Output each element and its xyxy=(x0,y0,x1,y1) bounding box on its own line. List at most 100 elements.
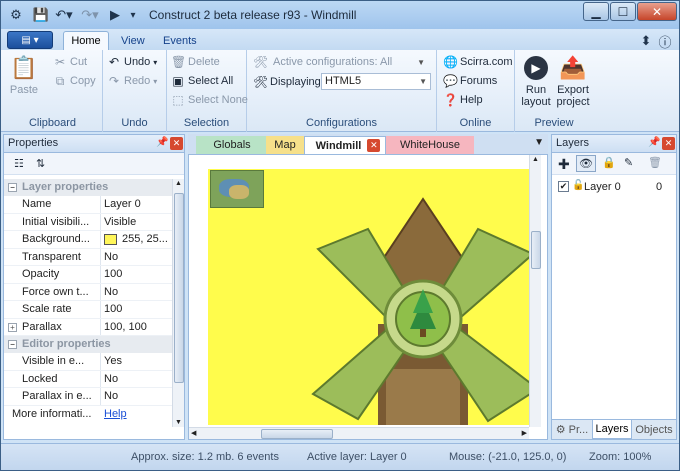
delete-layer-icon[interactable]: 🗑 xyxy=(648,156,662,169)
copy-icon: ⧉ xyxy=(55,74,65,88)
map-sprite[interactable] xyxy=(210,170,264,208)
layer-name: Layer 0 xyxy=(584,181,621,193)
categorized-icon[interactable]: ☷ xyxy=(14,157,24,170)
quick-access-dropdown-icon[interactable]: ▾ xyxy=(127,6,139,24)
paste-button[interactable]: 📋 Paste xyxy=(9,54,39,97)
prop-row-name[interactable]: Name Layer 0 xyxy=(4,196,174,214)
run-layout-button[interactable]: ▶ Run layout xyxy=(519,54,553,108)
cut-button[interactable]: ✂ Cut xyxy=(53,55,87,69)
tab-map[interactable]: Map xyxy=(266,136,304,154)
delete-button[interactable]: 🗑 Delete xyxy=(171,55,220,69)
layer-lock-icon[interactable]: 🔓 xyxy=(572,180,584,191)
export-project-button[interactable]: 📤 Export project xyxy=(555,54,591,109)
layout-horizontal-scrollbar[interactable]: ◀ ▶ xyxy=(189,427,529,439)
redo-button[interactable]: ↷ Redo ▾ xyxy=(107,74,157,88)
properties-toolbar: ☷ ⇅ xyxy=(4,153,184,175)
tab-globals[interactable]: Globals xyxy=(196,136,268,154)
save-icon[interactable]: 💾 xyxy=(33,6,49,24)
prop-row-background-color[interactable]: Background... 255, 25... xyxy=(4,231,174,249)
eye-icon[interactable]: 👁 xyxy=(576,155,596,172)
undo-icon[interactable]: ↶▾ xyxy=(53,6,75,24)
tab-layers[interactable]: Layers xyxy=(592,420,632,439)
chevron-down-icon: ▼ xyxy=(417,58,425,67)
properties-close-icon[interactable]: ✕ xyxy=(170,137,183,150)
scroll-up-icon[interactable]: ▲ xyxy=(532,156,539,163)
layer-item[interactable]: ✔ 🔓 Layer 0 0 xyxy=(554,179,673,196)
displaying-select[interactable]: HTML5 ▼ xyxy=(321,73,431,90)
layout-hscroll-thumb[interactable] xyxy=(261,429,333,439)
tab-view[interactable]: View xyxy=(113,31,153,50)
tab-windmill[interactable]: Windmill ✕ xyxy=(304,136,386,154)
lock-icon[interactable]: 🔒 xyxy=(602,156,616,169)
prop-row-initial-visibility[interactable]: Initial visibili... Visible xyxy=(4,213,174,231)
scroll-left-icon[interactable]: ◀ xyxy=(191,429,196,437)
layout-vscroll-thumb[interactable] xyxy=(531,231,541,269)
color-swatch[interactable] xyxy=(104,234,117,245)
prop-row-scale-rate[interactable]: Scale rate 100 xyxy=(4,301,174,319)
collapse-icon[interactable]: − xyxy=(8,183,17,192)
tab-events[interactable]: Events xyxy=(155,31,205,50)
layout-editor[interactable]: ▲ ◀ ▶ xyxy=(188,154,548,440)
category-layer-properties[interactable]: − Layer properties xyxy=(4,179,174,196)
properties-scrollbar[interactable]: ▲ ▼ xyxy=(172,179,184,427)
active-config-button[interactable]: 🛠 xyxy=(253,55,268,69)
scroll-right-icon[interactable]: ▶ xyxy=(522,429,527,437)
tab-close-icon[interactable]: ✕ xyxy=(367,139,381,152)
help-link[interactable]: ❓ Help xyxy=(443,93,483,107)
active-config-dropdown[interactable]: Active configurations: All ▼ xyxy=(269,54,429,71)
layout-canvas[interactable] xyxy=(208,169,530,425)
select-all-button[interactable]: ▣ Select All xyxy=(171,74,233,88)
tab-objects[interactable]: Objects xyxy=(632,420,676,439)
tab-list-dropdown-icon[interactable]: ▼ xyxy=(534,137,544,148)
tab-home[interactable]: Home xyxy=(63,31,109,50)
prop-row-locked[interactable]: Locked No xyxy=(4,370,174,388)
maximize-button[interactable]: ☐ xyxy=(610,2,636,21)
tab-projects[interactable]: ⚙ Pr... xyxy=(552,420,592,439)
ribbon-collapse-icon[interactable]: ⬍ xyxy=(639,32,653,50)
info-icon[interactable]: ⓘ xyxy=(657,32,673,50)
status-zoom: Zoom: 100% xyxy=(589,451,652,463)
expand-icon[interactable]: + xyxy=(8,322,17,332)
properties-scroll-thumb[interactable] xyxy=(174,193,184,383)
help-hyperlink[interactable]: Help xyxy=(104,408,174,420)
layout-vertical-scrollbar[interactable]: ▲ xyxy=(529,155,541,427)
close-button[interactable]: ✕ xyxy=(637,2,677,21)
pencil-icon[interactable]: ✎ xyxy=(624,156,633,169)
scirra-link[interactable]: 🌐 Scirra.com xyxy=(443,55,513,69)
add-layer-icon[interactable]: ✚ xyxy=(558,156,570,173)
prop-row-parallax[interactable]: + Parallax 100, 100 xyxy=(4,318,174,336)
undo-dropdown-icon: ▾ xyxy=(153,57,158,67)
sort-alpha-icon[interactable]: ⇅ xyxy=(36,157,45,170)
forums-link[interactable]: 💬 Forums xyxy=(443,74,497,88)
app-logo-icon[interactable]: ⚙ xyxy=(7,6,25,24)
pin-icon[interactable]: 📌 xyxy=(648,137,660,148)
prop-row-visible-in-editor[interactable]: Visible in e... Yes xyxy=(4,353,174,371)
undo-button[interactable]: ↶ Undo ▾ xyxy=(107,55,157,69)
windmill-sprite[interactable] xyxy=(298,189,530,425)
prop-row-parallax-in-editor[interactable]: Parallax in e... No xyxy=(4,388,174,406)
prop-row-opacity[interactable]: Opacity 100 xyxy=(4,266,174,284)
layers-toolbar: ✚ 👁 🔒 ✎ 🗑 xyxy=(552,153,676,175)
select-none-button[interactable]: ⬚ Select None xyxy=(171,93,248,107)
collapse-icon[interactable]: − xyxy=(8,340,17,349)
prop-row-force-own-texture[interactable]: Force own t... No xyxy=(4,283,174,301)
play-icon[interactable]: ▶ xyxy=(107,6,123,24)
properties-panel: Properties 📌 ✕ ☷ ⇅ − Layer properties Nam… xyxy=(3,134,185,440)
minimize-button[interactable]: ▁ xyxy=(583,2,609,21)
pin-icon[interactable]: 📌 xyxy=(156,137,168,148)
scroll-down-icon[interactable]: ▼ xyxy=(175,419,182,426)
redo-icon[interactable]: ↷▾ xyxy=(79,6,101,24)
scissors-icon: ✂ xyxy=(54,55,66,69)
layers-close-icon[interactable]: ✕ xyxy=(662,137,675,150)
layer-visible-checkbox[interactable]: ✔ xyxy=(558,181,569,192)
group-online: 🌐 Scirra.com 💬 Forums ❓ Help Online xyxy=(437,50,515,132)
app-menu-button[interactable]: ▤ ▾ xyxy=(7,31,53,49)
copy-button[interactable]: ⧉ Copy xyxy=(53,74,96,88)
category-editor-properties[interactable]: − Editor properties xyxy=(4,336,174,353)
tab-whitehouse[interactable]: WhiteHouse xyxy=(386,136,474,154)
prop-row-transparent[interactable]: Transparent No xyxy=(4,248,174,266)
select-all-icon: ▣ xyxy=(172,74,184,88)
group-selection: 🗑 Delete ▣ Select All ⬚ Select None Selecti… xyxy=(167,50,248,132)
status-mouse: Mouse: (-21.0, 125.0, 0) xyxy=(449,451,567,463)
scroll-up-icon[interactable]: ▲ xyxy=(175,180,182,187)
